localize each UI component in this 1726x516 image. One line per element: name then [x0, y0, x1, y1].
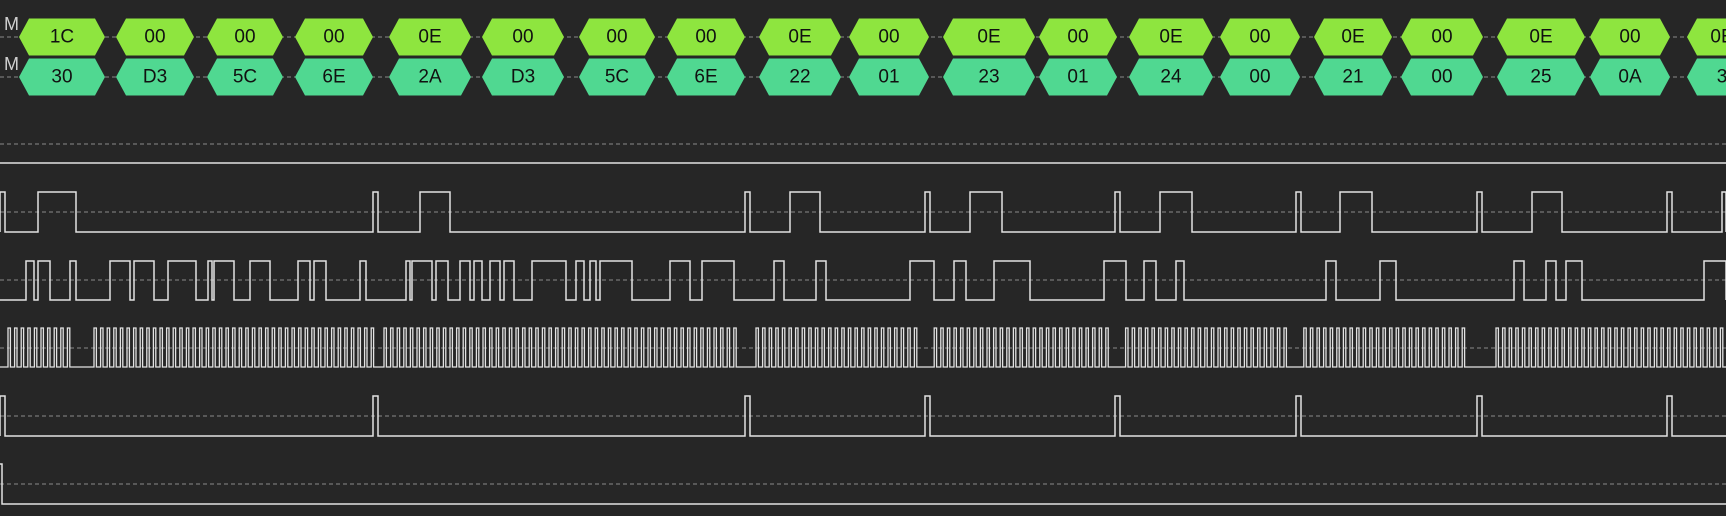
decoder-value: 6E: [694, 67, 717, 88]
decoder-value: 00: [1431, 67, 1452, 88]
decoder-value: 00: [606, 27, 627, 48]
decoder-segment-top[interactable]: 00: [207, 18, 283, 56]
decoder-segment-bottom[interactable]: 2A: [389, 58, 471, 96]
decoder-value: 25: [1530, 67, 1551, 88]
decoder-segment-bottom[interactable]: D3: [482, 58, 564, 96]
decoder-value: 00: [234, 27, 255, 48]
decoder-segment-bottom[interactable]: 22: [759, 58, 841, 96]
decoder-value: 0E: [977, 27, 1000, 48]
decoder-segment-top[interactable]: 00: [849, 18, 929, 56]
logic-analyzer-view[interactable]: M 1C 00 00 00 0E 00 00 00 0E 00 0E 00 0E 00 0E 00 0E 00 0E M…: [0, 0, 1726, 516]
decoder-segment-top[interactable]: 1C: [19, 18, 105, 56]
decoder-segment-bottom[interactable]: 5C: [579, 58, 655, 96]
decoder-value: 0E: [1159, 27, 1182, 48]
decoder-segment-top[interactable]: 0E: [943, 18, 1035, 56]
decoder-segment-bottom[interactable]: 5C: [207, 58, 283, 96]
decoder-segment-bottom[interactable]: 21: [1314, 58, 1392, 96]
channel-label: M: [4, 14, 19, 34]
decoder-segment-top[interactable]: 0E: [389, 18, 471, 56]
decoder-value: 2A: [418, 67, 442, 88]
decoder-segment-top[interactable]: 00: [667, 18, 745, 56]
decoder-segment-bottom[interactable]: 6E: [667, 58, 745, 96]
decoder-segment-bottom[interactable]: 23: [943, 58, 1035, 96]
decoder-segment-top[interactable]: 00: [579, 18, 655, 56]
decoder-value: 00: [1249, 67, 1270, 88]
decoder-value: 24: [1160, 67, 1182, 88]
decoder-segment-top[interactable]: 00: [116, 18, 194, 56]
decoder-value: 0E: [1710, 27, 1726, 48]
decoder-value: 3: [1717, 67, 1726, 88]
decoder-segment-top[interactable]: 00: [482, 18, 564, 56]
decoder-segment-top[interactable]: 0E: [1314, 18, 1392, 56]
decoder-segment-bottom[interactable]: 25: [1497, 58, 1585, 96]
decoder-value: 00: [695, 27, 716, 48]
decoder-value: 00: [878, 27, 899, 48]
decoder-segment-bottom[interactable]: 24: [1129, 58, 1213, 96]
decoder-segment-bottom[interactable]: 30: [19, 58, 105, 96]
decoder-segment-bottom[interactable]: 01: [849, 58, 929, 96]
channel-label: M: [4, 54, 19, 74]
decoder-segment-top[interactable]: 0E: [1687, 18, 1726, 56]
decoder-segment-top[interactable]: 00: [1590, 18, 1670, 56]
decoder-value: 1C: [50, 27, 74, 48]
decoder-value: 6E: [322, 67, 345, 88]
decoder-value: 0E: [788, 27, 811, 48]
decoder-value: 00: [1249, 27, 1270, 48]
decoder-segment-bottom[interactable]: 6E: [295, 58, 373, 96]
decoder-segment-bottom[interactable]: 0A: [1590, 58, 1670, 96]
decoder-value: 21: [1342, 67, 1363, 88]
decoder-value: 00: [1431, 27, 1452, 48]
decoder-segment-top[interactable]: 00: [1401, 18, 1483, 56]
decoder-value: 0A: [1618, 67, 1642, 88]
decoder-value: 0E: [418, 27, 441, 48]
decoder-segment-top[interactable]: 0E: [1497, 18, 1585, 56]
decoder-value: 01: [1067, 67, 1088, 88]
decoder-segment-bottom[interactable]: 01: [1039, 58, 1117, 96]
decoder-segment-top[interactable]: 0E: [1129, 18, 1213, 56]
decoder-value: 00: [323, 27, 344, 48]
decoder-segment-bottom[interactable]: 00: [1220, 58, 1300, 96]
decoder-value: 23: [978, 67, 999, 88]
decoder-value: 00: [512, 27, 533, 48]
decoder-segment-bottom[interactable]: D3: [116, 58, 194, 96]
decoder-value: 01: [878, 67, 899, 88]
decoder-segment-top[interactable]: 00: [1039, 18, 1117, 56]
decoder-value: 00: [144, 27, 165, 48]
decoder-value: 00: [1067, 27, 1088, 48]
decoder-value: 5C: [233, 67, 257, 88]
decoder-value: 00: [1619, 27, 1640, 48]
decoder-value: 0E: [1341, 27, 1364, 48]
decoder-value: 5C: [605, 67, 629, 88]
decoder-segment-bottom[interactable]: 00: [1401, 58, 1483, 96]
decoder-segment-top[interactable]: 00: [1220, 18, 1300, 56]
decoder-value: D3: [511, 67, 535, 88]
decoder-segment-bottom[interactable]: 3: [1687, 58, 1726, 96]
decoder-segment-top[interactable]: 00: [295, 18, 373, 56]
decoder-value: 22: [789, 67, 810, 88]
decoder-segment-top[interactable]: 0E: [759, 18, 841, 56]
waveform-canvas[interactable]: M 1C 00 00 00 0E 00 00 00 0E 00 0E 00 0E 00 0E 00 0E 00 0E M…: [0, 0, 1726, 516]
decoder-value: D3: [143, 67, 167, 88]
decoder-value: 30: [51, 67, 72, 88]
decoder-value: 0E: [1529, 27, 1552, 48]
